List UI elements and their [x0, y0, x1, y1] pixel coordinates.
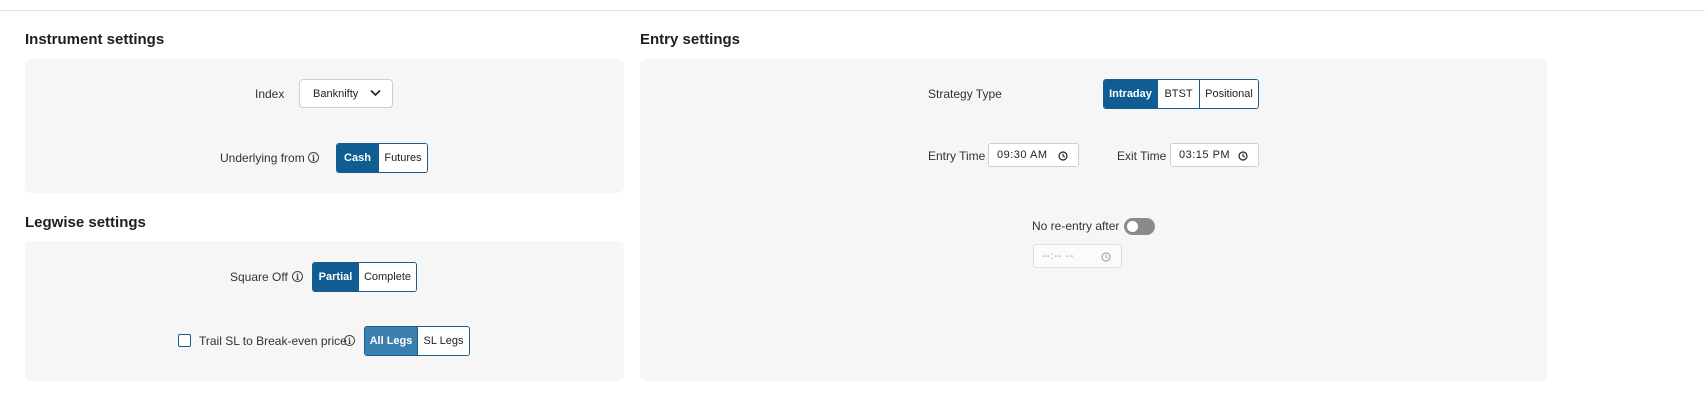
entry-time-label: Entry Time: [928, 149, 986, 163]
no-reentry-label: No re-entry after: [1032, 219, 1120, 233]
legwise-settings-card: Square Off i Partial Complete Trail SL t…: [25, 241, 624, 381]
entry-settings-card: Strategy Type Intraday BTST Positional E…: [640, 59, 1547, 381]
strategy-type-toggle-group: Intraday BTST Positional: [1103, 79, 1259, 109]
underlying-from-label: Underlying from: [220, 151, 305, 165]
header-divider: [0, 10, 1705, 11]
clock-icon: [1101, 252, 1111, 262]
exit-time-value: 03:15 PM: [1179, 149, 1231, 161]
strategy-positional-button[interactable]: Positional: [1199, 80, 1258, 108]
underlying-futures-button[interactable]: Futures: [378, 144, 427, 172]
index-label: Index: [255, 87, 285, 101]
trail-sl-label: Trail SL to Break-even price: [199, 334, 347, 348]
entry-settings-title: Entry settings: [640, 31, 741, 48]
toggle-knob: [1127, 221, 1138, 232]
index-select-value: Banknifty: [313, 87, 359, 100]
square-off-label: Square Off: [230, 270, 288, 284]
trail-all-legs-button[interactable]: All Legs: [365, 327, 417, 355]
info-icon[interactable]: i: [344, 335, 355, 346]
info-icon[interactable]: i: [292, 271, 303, 282]
underlying-cash-button[interactable]: Cash: [337, 144, 378, 172]
strategy-intraday-button[interactable]: Intraday: [1104, 80, 1157, 108]
trail-sl-checkbox[interactable]: [178, 334, 191, 347]
no-reentry-toggle[interactable]: [1124, 218, 1155, 235]
instrument-settings-title: Instrument settings: [25, 31, 165, 48]
strategy-btst-button[interactable]: BTST: [1157, 80, 1199, 108]
index-select[interactable]: Banknifty: [299, 79, 393, 108]
square-off-complete-button[interactable]: Complete: [358, 263, 416, 291]
no-reentry-time-input[interactable]: --:-- --: [1033, 244, 1122, 268]
entry-time-value: 09:30 AM: [997, 149, 1048, 161]
no-reentry-time-placeholder: --:-- --: [1042, 250, 1075, 262]
info-icon[interactable]: i: [308, 152, 319, 163]
trail-legs-toggle-group: All Legs SL Legs: [364, 326, 470, 356]
square-off-partial-button[interactable]: Partial: [313, 263, 358, 291]
entry-time-input[interactable]: 09:30 AM: [988, 143, 1079, 167]
strategy-type-label: Strategy Type: [928, 87, 1002, 101]
clock-icon[interactable]: [1058, 151, 1068, 161]
legwise-settings-title: Legwise settings: [25, 214, 146, 231]
exit-time-input[interactable]: 03:15 PM: [1170, 143, 1259, 167]
clock-icon[interactable]: [1238, 151, 1248, 161]
trail-sl-legs-button[interactable]: SL Legs: [417, 327, 469, 355]
underlying-toggle-group: Cash Futures: [336, 143, 428, 173]
chevron-down-icon: [370, 89, 381, 97]
exit-time-label: Exit Time: [1117, 149, 1167, 163]
square-off-toggle-group: Partial Complete: [312, 262, 417, 292]
instrument-settings-card: Index Banknifty Underlying from i Cash F…: [25, 59, 624, 193]
